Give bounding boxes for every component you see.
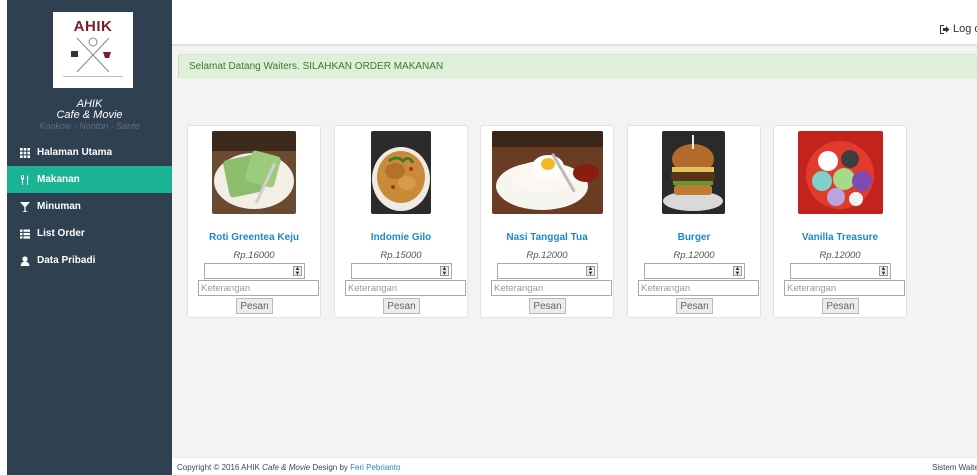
alert-message: Selamat Datang Waiters. SILAHKAN ORDER M… — [189, 60, 444, 72]
brand-name: AHIK Cafe & Movie — [7, 99, 172, 121]
spinner-arrows-icon[interactable]: ▲ ▼ — [879, 266, 888, 277]
welcome-alert: Selamat Datang Waiters. SILAHKAN ORDER M… — [178, 54, 977, 78]
product-card: Burger Rp.12000 ▲ ▼ Keterangan Pesan — [627, 125, 761, 318]
sidebar-item-minuman[interactable]: Minuman — [7, 193, 172, 220]
product-name: Burger — [677, 232, 711, 243]
product-price: Rp.12000 — [819, 250, 861, 261]
sidebar-item-label: Makanan — [37, 174, 80, 185]
spinner-arrows-icon[interactable]: ▲ ▼ — [586, 266, 595, 277]
list-icon — [19, 229, 31, 239]
brand-line-2: Cafe & Movie — [56, 109, 123, 121]
footer-copyright: Copyright © 2016 AHIK Cafe & Movie Desig… — [177, 463, 400, 472]
product-name: Indomie Gilo — [370, 232, 432, 243]
design-by-text: Design by — [312, 463, 348, 472]
order-button[interactable]: Pesan — [822, 298, 859, 314]
note-input[interactable]: Keterangan — [784, 280, 905, 296]
product-card: Indomie Gilo Rp.15000 ▲ ▼ Keterangan Pesa… — [334, 125, 468, 318]
product-image — [662, 131, 725, 214]
sidebar-item-label: List Order — [37, 228, 85, 239]
product-image — [212, 131, 296, 214]
brand-tagline: Konkow - Nonton - Sante — [39, 121, 140, 131]
quantity-stepper[interactable]: ▲ ▼ — [204, 263, 305, 279]
product-image — [371, 131, 431, 214]
note-placeholder: Keterangan — [201, 282, 251, 294]
product-price: Rp.15000 — [380, 250, 422, 261]
sidebar-item-makanan[interactable]: Makanan — [7, 166, 172, 193]
user-icon — [19, 255, 31, 266]
sidebar-item-halaman-utama[interactable]: Halaman Utama — [7, 139, 172, 166]
spinner-arrows-icon[interactable]: ▲ ▼ — [733, 266, 742, 277]
product-name: Nasi Tanggal Tua — [506, 232, 588, 243]
cafe-logo-icon — [71, 37, 111, 73]
note-placeholder: Keterangan — [494, 282, 544, 294]
note-input[interactable]: Keterangan — [345, 280, 466, 296]
order-button[interactable]: Pesan — [676, 298, 713, 314]
logout-link[interactable]: Log out — [940, 23, 977, 35]
copyright-brand: Cafe & Movie — [262, 463, 311, 472]
product-name: Roti Greentea Keju — [208, 232, 300, 243]
product-price: Rp.12000 — [526, 250, 568, 261]
order-button[interactable]: Pesan — [529, 298, 566, 314]
spinner-arrows-icon[interactable]: ▲ ▼ — [440, 266, 449, 277]
quantity-stepper[interactable]: ▲ ▼ — [497, 263, 598, 279]
quantity-stepper[interactable]: ▲ ▼ — [790, 263, 891, 279]
sidebar-item-label: Data Pribadi — [37, 255, 96, 266]
glass-icon — [19, 201, 31, 212]
note-placeholder: Keterangan — [641, 282, 691, 294]
quantity-stepper[interactable]: ▲ ▼ — [351, 263, 452, 279]
logo-underline — [63, 76, 123, 79]
sidebar-item-data-pribadi[interactable]: Data Pribadi — [7, 247, 172, 274]
footer-system-name: Sistem Waiters — [932, 463, 977, 472]
note-placeholder: Keterangan — [787, 282, 837, 294]
author-link[interactable]: Feri Pebrianto — [350, 463, 400, 472]
sidebar-item-label: Minuman — [37, 201, 81, 212]
header-divider — [172, 44, 977, 46]
order-button[interactable]: Pesan — [383, 298, 420, 314]
copyright-text: Copyright © 2016 AHIK — [177, 463, 260, 472]
sidebar-item-label: Halaman Utama — [37, 147, 113, 158]
product-card: Vanilla Treasure Rp.12000 ▲ ▼ Keterangan … — [773, 125, 907, 318]
logo: AHIK — [53, 12, 133, 88]
sidebar-nav: Halaman Utama Makanan Minuman List Order… — [7, 139, 172, 274]
product-card: Nasi Tanggal Tua Rp.12000 ▲ ▼ Keterangan … — [480, 125, 614, 318]
sign-out-icon — [940, 24, 950, 34]
product-price: Rp.12000 — [673, 250, 715, 261]
note-placeholder: Keterangan — [348, 282, 398, 294]
product-image — [492, 131, 603, 214]
order-button[interactable]: Pesan — [236, 298, 273, 314]
note-input[interactable]: Keterangan — [638, 280, 759, 296]
product-card: Roti Greentea Keju Rp.16000 ▲ ▼ Keteranga… — [187, 125, 321, 318]
logout-label: Log out — [953, 23, 977, 35]
product-image — [798, 131, 883, 214]
cutlery-icon — [19, 174, 31, 185]
spinner-arrows-icon[interactable]: ▲ ▼ — [293, 266, 302, 277]
sidebar-item-list-order[interactable]: List Order — [7, 220, 172, 247]
logo-title: AHIK — [73, 18, 113, 35]
quantity-stepper[interactable]: ▲ ▼ — [644, 263, 745, 279]
footer: Copyright © 2016 AHIK Cafe & Movie Desig… — [172, 457, 977, 475]
product-name: Vanilla Treasure — [801, 232, 879, 243]
grid-icon — [19, 147, 31, 158]
product-price: Rp.16000 — [233, 250, 275, 261]
sidebar: AHIK AHIK Cafe & Movie Konkow - Nonton -… — [7, 0, 172, 475]
note-input[interactable]: Keterangan — [491, 280, 612, 296]
note-input[interactable]: Keterangan — [198, 280, 319, 296]
